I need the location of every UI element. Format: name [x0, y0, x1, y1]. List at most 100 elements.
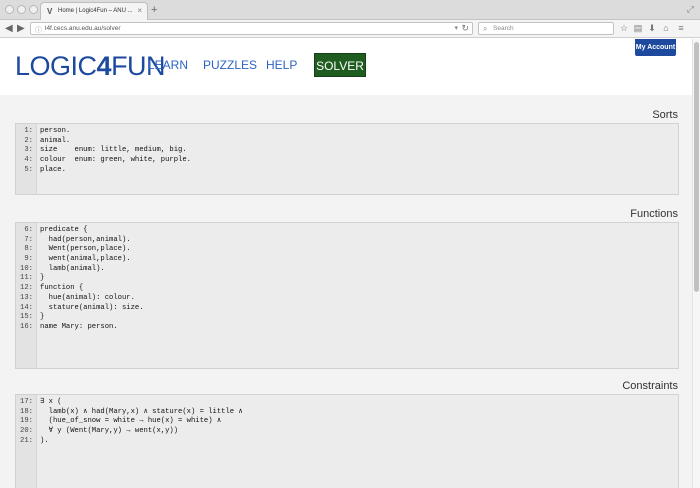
- bookmark-star-icon[interactable]: ☆: [619, 23, 629, 34]
- line-number: 9:: [24, 255, 33, 264]
- line-number: 3:: [24, 146, 33, 155]
- code-line[interactable]: 8: Went(person,place).: [16, 245, 678, 255]
- solver-content: Sorts 1: person. 2: animal. 3: size enum: lit…: [0, 95, 692, 488]
- code-line[interactable]: 3: size enum: little, medium, big.: [16, 146, 678, 156]
- line-number: 21:: [20, 436, 33, 445]
- section-title-constraints: Constraints: [622, 380, 678, 392]
- line-number: 2:: [24, 136, 33, 145]
- fullscreen-icon[interactable]: ⤢: [687, 4, 694, 15]
- line-number: 19:: [20, 417, 33, 426]
- line-code: function {: [40, 284, 84, 293]
- code-line[interactable]: 20: ∀ y (Went(Mary,y) → went(x,y)): [16, 427, 678, 437]
- new-tab-button[interactable]: +: [151, 3, 157, 17]
- logo-text-number: 4: [96, 51, 112, 81]
- menu-icon[interactable]: ≡: [676, 23, 686, 34]
- code-line[interactable]: 6: predicate {: [16, 226, 678, 236]
- tab-bar: V Home | Logic4Fun – ANU ... × + ⤢: [0, 0, 700, 20]
- code-line[interactable]: 2: animal.: [16, 137, 678, 147]
- line-code: size enum: little, medium, big.: [40, 146, 187, 155]
- line-code: (hue_of_snow = white → hue(x) = white) ∧: [40, 417, 222, 426]
- line-number: 8:: [24, 245, 33, 254]
- line-code: lamb(animal).: [40, 264, 105, 273]
- code-line[interactable]: 1: person.: [16, 127, 678, 137]
- home-icon[interactable]: ⌂: [661, 23, 671, 34]
- line-code: animal.: [40, 136, 71, 145]
- code-line[interactable]: 12: function {: [16, 284, 678, 294]
- line-code: went(animal,place).: [40, 255, 131, 264]
- line-code: person.: [40, 127, 71, 135]
- line-number: 12:: [20, 284, 33, 293]
- code-line[interactable]: 21:).: [16, 437, 678, 447]
- code-line[interactable]: 18: lamb(x) ∧ had(Mary,x) ∧ stature(x) =…: [16, 408, 678, 418]
- line-code: ).: [40, 436, 49, 445]
- code-line[interactable]: 16: name Mary: person.: [16, 323, 678, 333]
- favicon-icon: V: [47, 7, 53, 16]
- line-code: Went(person,place).: [40, 245, 131, 254]
- editor-sorts[interactable]: 1: person. 2: animal. 3: size enum: little, m…: [15, 123, 679, 195]
- close-tab-icon[interactable]: ×: [137, 6, 142, 15]
- nav-puzzles[interactable]: PUZZLES: [203, 58, 257, 73]
- code-line[interactable]: 10: lamb(animal).: [16, 265, 678, 275]
- section-title-sorts: Sorts: [652, 109, 678, 121]
- line-code: predicate {: [40, 226, 88, 234]
- minimize-window-icon[interactable]: [17, 5, 26, 14]
- url-bar[interactable]: ⓘ l4f.cecs.anu.edu.au/solver ▾ ↻: [30, 22, 473, 35]
- line-code: stature(animal): size.: [40, 303, 144, 312]
- forward-icon[interactable]: ▶: [17, 22, 25, 35]
- line-code: place.: [40, 165, 66, 174]
- navigation-bar: ◀ ▶ ⓘ l4f.cecs.anu.edu.au/solver ▾ ↻ ⌕ S…: [0, 20, 700, 38]
- line-code: ∃ x (: [40, 398, 62, 406]
- site-header: LOGIC4FUN LEARN PUZZLES HELP SOLVER My A…: [0, 39, 700, 95]
- code-line[interactable]: 7: had(person,animal).: [16, 236, 678, 246]
- line-number: 4:: [24, 156, 33, 165]
- code-line[interactable]: 11:}: [16, 274, 678, 284]
- editor-functions[interactable]: 6: predicate { 7: had(person,animal). 8: We…: [15, 222, 679, 369]
- browser-window: V Home | Logic4Fun – ANU ... × + ⤢ ◀ ▶ ⓘ…: [0, 0, 700, 488]
- reload-icon[interactable]: ↻: [461, 23, 469, 34]
- search-bar[interactable]: ⌕ Search: [478, 22, 614, 35]
- line-number: 18:: [20, 407, 33, 416]
- nav-solver[interactable]: SOLVER: [314, 53, 366, 77]
- line-code: }: [40, 274, 45, 283]
- line-code: ∀ y (Went(Mary,y) → went(x,y)): [40, 427, 179, 436]
- site-logo[interactable]: LOGIC4FUN: [15, 51, 166, 81]
- nav-help[interactable]: HELP: [266, 58, 297, 73]
- zoom-window-icon[interactable]: [29, 5, 38, 14]
- line-number: 14:: [20, 303, 33, 312]
- reading-list-icon[interactable]: ▤: [633, 23, 643, 34]
- line-number: 5:: [24, 165, 33, 174]
- scrollbar-thumb[interactable]: [694, 42, 699, 292]
- nav-learn[interactable]: LEARN: [148, 58, 188, 73]
- line-code: }: [40, 313, 45, 322]
- line-number: 1:: [24, 127, 33, 135]
- code-line[interactable]: 17: ∃ x (: [16, 398, 678, 408]
- url-text: l4f.cecs.anu.edu.au/solver: [45, 25, 121, 32]
- download-icon[interactable]: ⬇: [647, 23, 657, 34]
- line-number: 11:: [20, 274, 33, 283]
- search-icon: ⌕: [483, 24, 488, 33]
- my-account-button[interactable]: My Account: [635, 39, 676, 56]
- page-scrollbar[interactable]: [692, 39, 700, 488]
- tab-title: Home | Logic4Fun – ANU ...: [58, 8, 133, 14]
- line-number: 13:: [20, 293, 33, 302]
- line-number: 10:: [20, 264, 33, 273]
- section-title-functions: Functions: [630, 208, 678, 220]
- back-icon[interactable]: ◀: [5, 22, 13, 35]
- code-line[interactable]: 5: place.: [16, 166, 678, 176]
- line-code: colour enum: green, white, purple.: [40, 156, 191, 165]
- line-number: 16:: [20, 322, 33, 331]
- code-line[interactable]: 4: colour enum: green, white, purple.: [16, 156, 678, 166]
- code-line[interactable]: 9: went(animal,place).: [16, 255, 678, 265]
- editor-constraints[interactable]: 17: ∃ x (18: lamb(x) ∧ had(Mary,x) ∧ stat…: [15, 394, 679, 488]
- history-dropdown-icon[interactable]: ▾: [454, 24, 458, 32]
- line-code: name Mary: person.: [40, 322, 118, 331]
- tab-home[interactable]: V Home | Logic4Fun – ANU ... ×: [40, 2, 148, 20]
- code-line[interactable]: 15:}: [16, 313, 678, 323]
- code-line[interactable]: 13: hue(animal): colour.: [16, 294, 678, 304]
- code-line[interactable]: 14: stature(animal): size.: [16, 304, 678, 314]
- site-info-icon[interactable]: ⓘ: [35, 25, 42, 35]
- search-placeholder: Search: [493, 25, 514, 32]
- code-line[interactable]: 19: (hue_of_snow = white → hue(x) = whit…: [16, 417, 678, 427]
- line-number: 6:: [24, 226, 33, 234]
- close-window-icon[interactable]: [5, 5, 14, 14]
